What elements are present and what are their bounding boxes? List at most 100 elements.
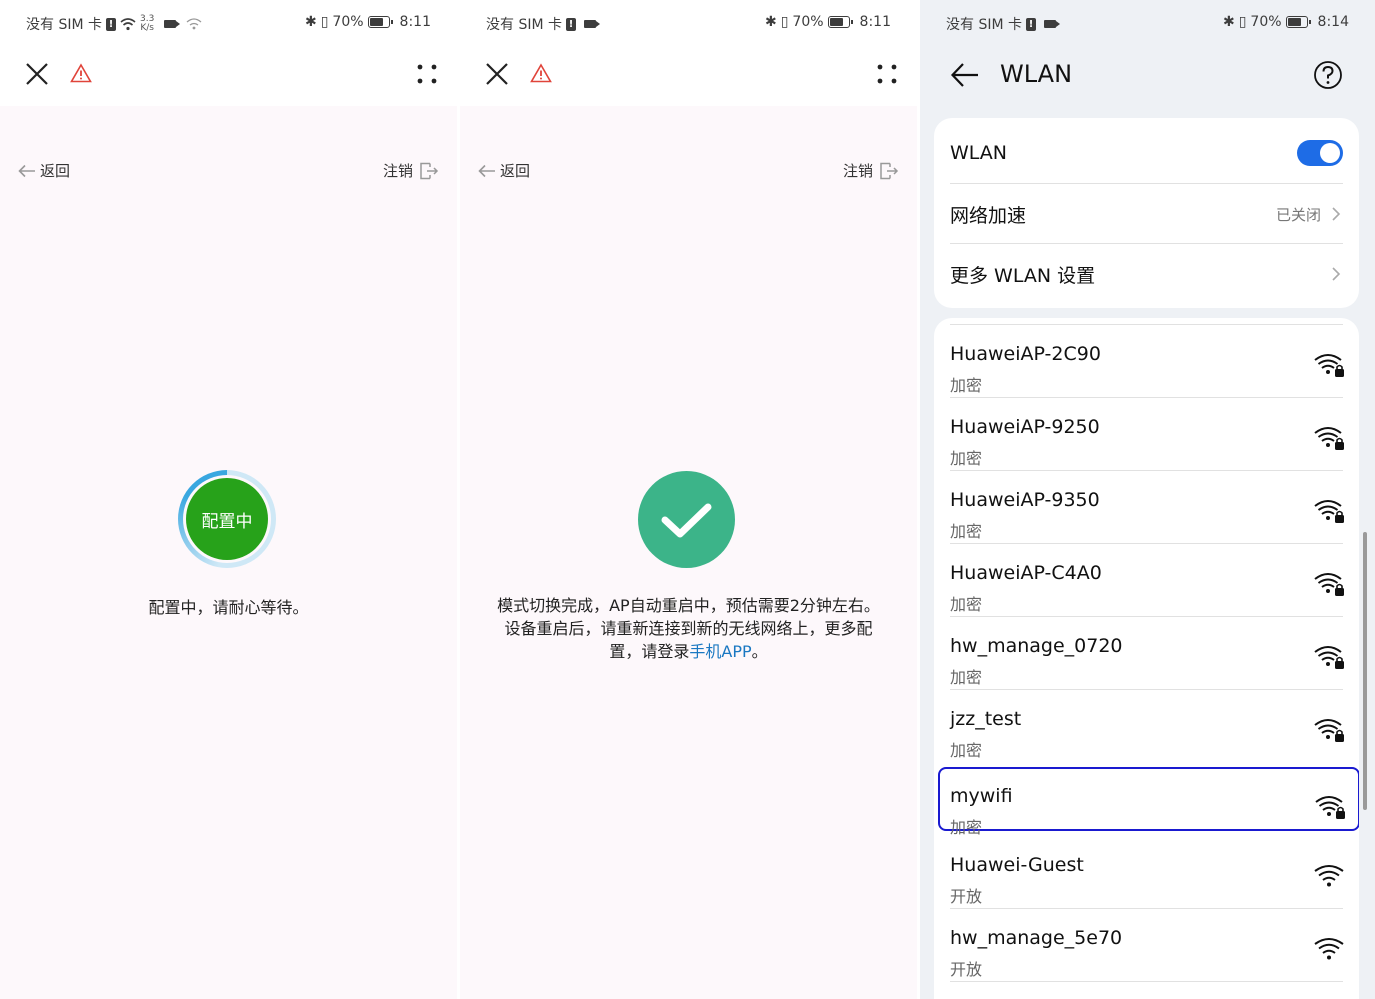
help-circle-icon[interactable]: [1313, 60, 1343, 90]
bluetooth-icon: ✱: [1222, 14, 1235, 30]
wifi-locked-icon: [1314, 719, 1344, 742]
wifi-icon: [1314, 938, 1344, 960]
config-progress-screen: 没有 SIM 卡 ! 3.3 K/s ✱ ▯ 70% 8:11 返回 注销 配置…: [0, 0, 457, 999]
network-ssid: jzz_test: [950, 708, 1022, 730]
network-item[interactable]: jzz_test 加密: [934, 690, 1359, 763]
battery-percent: 70%: [792, 14, 824, 30]
network-item[interactable]: Huawei-Guest 开放: [934, 836, 1359, 909]
wifi-status-icon: [120, 17, 136, 30]
back-button[interactable]: 返回: [478, 160, 530, 181]
network-security: 加密: [950, 449, 983, 468]
logout-label: 注销: [382, 162, 413, 180]
network-ssid: HuaweiAP-9250: [950, 416, 1100, 438]
network-security: 加密: [950, 668, 983, 687]
message-line-1: 模式切换完成，AP自动重启中，预估需要2分钟左右。: [497, 596, 880, 615]
back-button[interactable]: 返回: [18, 160, 70, 181]
wifi-locked-icon: [1314, 646, 1344, 669]
logout-label: 注销: [842, 162, 873, 180]
network-item[interactable]: HuaweiAP-9250 加密: [934, 398, 1359, 471]
scrollbar[interactable]: [1363, 532, 1367, 810]
network-acceleration-row[interactable]: 网络加速 已关闭: [950, 184, 1343, 244]
more-dots-icon[interactable]: [415, 62, 439, 86]
warning-triangle-icon: [530, 63, 552, 83]
success-check-icon: [638, 471, 735, 568]
speed-unit: K/s: [140, 23, 154, 33]
progress-message: 配置中，请耐心等待。: [148, 598, 309, 617]
network-item[interactable]: HuaweiAP-2C90 加密: [934, 325, 1359, 398]
logout-button[interactable]: 注销: [843, 160, 899, 181]
config-complete-screen: 没有 SIM 卡 ! ✱ ▯ 70% 8:11 返回 注销 模式切换完成，AP自…: [460, 0, 917, 999]
divider: [950, 981, 1343, 982]
app-bar: [0, 46, 457, 106]
warning-triangle-icon: [70, 63, 92, 83]
clock: 8:11: [859, 14, 891, 30]
network-security: 加密: [950, 595, 983, 614]
camera-icon: [1044, 20, 1060, 28]
wifi-locked-icon: [1314, 573, 1344, 596]
battery-icon: [367, 16, 393, 28]
bluetooth-icon: ✱: [764, 14, 777, 30]
close-icon[interactable]: [484, 61, 510, 87]
network-security: 加密: [950, 741, 983, 760]
wifi-locked-icon: [1314, 500, 1344, 523]
sim-alert-icon: !: [1026, 17, 1036, 31]
hotspot-icon: [186, 18, 202, 30]
sim-alert-icon: !: [106, 17, 116, 31]
logout-button[interactable]: 注销: [383, 160, 439, 181]
network-ssid: HuaweiAP-9350: [950, 489, 1100, 511]
sim-status: 没有 SIM 卡: [486, 17, 562, 33]
network-item[interactable]: HuaweiAP-9350 加密: [934, 471, 1359, 544]
vibrate-icon: ▯: [780, 14, 789, 30]
network-ssid: hw_manage_0720: [950, 635, 1123, 657]
sim-status: 没有 SIM 卡: [946, 17, 1022, 33]
wlan-toggle-switch[interactable]: [1297, 140, 1343, 166]
wifi-locked-icon: [1314, 354, 1344, 377]
network-security: 加密: [950, 522, 983, 541]
wlan-settings-card: WLAN 网络加速 已关闭 更多 WLAN 设置: [934, 118, 1359, 308]
more-dots-icon[interactable]: [875, 62, 899, 86]
more-wlan-settings-label: 更多 WLAN 设置: [950, 264, 1096, 287]
net-speed: 3.3 K/s: [140, 15, 154, 33]
network-security: 加密: [950, 818, 983, 837]
status-bar: 没有 SIM 卡 ! ✱ ▯ 70% 8:14: [920, 0, 1375, 46]
arrow-left-icon[interactable]: [950, 61, 980, 89]
clock: 8:14: [1317, 14, 1349, 30]
network-item[interactable]: HuaweiAP-C4A0 加密: [934, 544, 1359, 617]
network-ssid: HuaweiAP-2C90: [950, 343, 1101, 365]
arrow-left-icon: [478, 164, 495, 177]
network-item-selected[interactable]: mywifi 加密: [938, 767, 1359, 837]
network-item[interactable]: hw_manage_0720 加密: [934, 617, 1359, 690]
camera-icon: [164, 20, 181, 28]
battery-icon: [1285, 16, 1311, 28]
close-icon[interactable]: [24, 61, 50, 87]
wifi-locked-icon: [1314, 427, 1344, 450]
message-line-3: 置，请登录手机APP。: [474, 640, 903, 663]
sim-alert-icon: !: [566, 17, 576, 31]
chevron-right-icon: [1332, 207, 1341, 221]
complete-message: 模式切换完成，AP自动重启中，预估需要2分钟左右。 设备重启后，请重新连接到新的…: [474, 594, 903, 663]
battery-percent: 70%: [332, 14, 364, 30]
network-security: 开放: [950, 960, 983, 979]
network-ssid: mywifi: [950, 785, 1013, 807]
app-bar: [460, 46, 917, 106]
more-wlan-settings-row[interactable]: 更多 WLAN 设置: [950, 244, 1343, 304]
wlan-toggle-row[interactable]: WLAN: [950, 123, 1343, 183]
logout-icon: [880, 162, 899, 179]
bluetooth-icon: ✱: [304, 14, 317, 30]
wlan-app-bar: WLAN: [920, 46, 1375, 106]
wlan-settings-screen: 没有 SIM 卡 ! ✱ ▯ 70% 8:14 WLAN WLAN 网络加速 已…: [920, 0, 1375, 999]
spinner-label: 配置中: [186, 478, 268, 560]
network-ssid: HuaweiAP-C4A0: [950, 562, 1102, 584]
battery-icon: [827, 16, 853, 28]
available-networks-list: HuaweiAP-2C90 加密 HuaweiAP-9250 加密 Huawei…: [934, 318, 1359, 999]
network-acceleration-label: 网络加速: [950, 204, 1027, 227]
network-security: 加密: [950, 376, 983, 395]
camera-icon: [584, 20, 600, 28]
page-nav: 返回 注销: [478, 158, 899, 184]
network-item[interactable]: hw_manage_5e70 开放: [934, 909, 1359, 982]
clock: 8:11: [399, 14, 431, 30]
vibrate-icon: ▯: [1238, 14, 1247, 30]
mobile-app-link[interactable]: 手机APP: [689, 642, 751, 661]
sim-status: 没有 SIM 卡: [26, 17, 102, 33]
message-line-2: 设备重启后，请重新连接到新的无线网络上，更多配: [504, 619, 873, 638]
